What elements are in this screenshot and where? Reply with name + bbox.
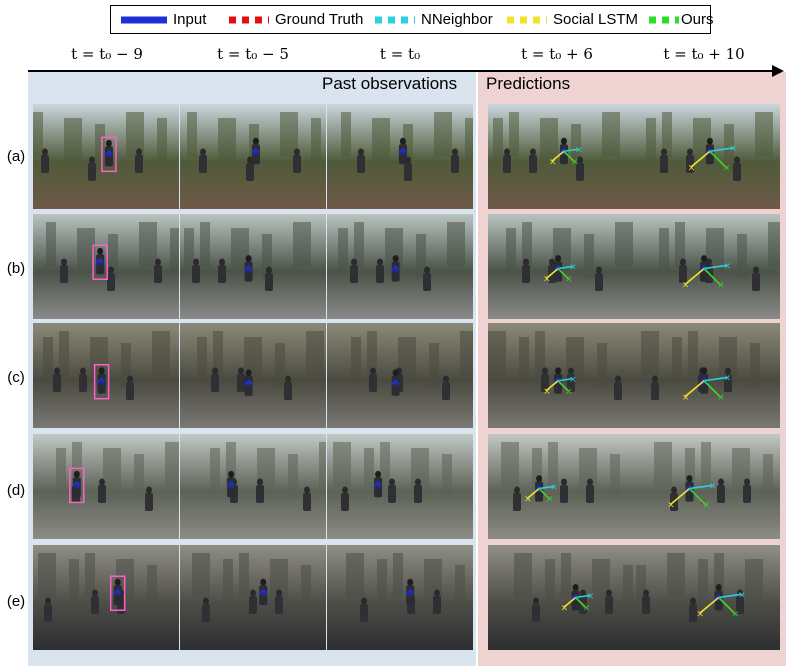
legend: Input Ground Truth NNeighbor Social LSTM… [110,5,714,34]
svg-text:×: × [524,495,532,505]
svg-text:×: × [561,604,569,614]
time-label-5: t = t₀ + 10 [663,45,745,63]
past-observations-title: Past observations [322,74,458,93]
frame-row5-col3: × [327,545,473,650]
frame-row3-col4: ××××× [488,323,634,428]
svg-text:×: × [709,481,717,491]
svg-text:×: × [565,275,573,285]
svg-text:×: × [246,266,253,275]
legend-ground-truth-label: Ground Truth [275,11,364,28]
svg-text:×: × [569,263,577,273]
svg-text:×: × [393,266,400,275]
frame-row5-col1: × [33,545,179,650]
svg-text:×: × [106,150,113,159]
svg-text:×: × [115,589,122,598]
frame-row4-col5: ××××× [634,434,780,539]
frame-row1-col1: × [33,104,179,209]
row-label-d: (d) [6,482,26,499]
svg-text:×: × [246,380,253,389]
row-label-a: (a) [6,148,26,165]
svg-text:×: × [549,157,557,167]
legend-ground-truth-line [227,6,269,38]
time-axis-line [28,70,778,72]
row-label-e: (e) [6,593,26,610]
legend-social-lstm-label: Social LSTM [553,11,639,28]
frame-row1-col2: × [180,104,326,209]
frame-row2-col1: × [33,214,179,319]
frame-row2-col3: × [327,214,473,319]
svg-text:×: × [723,261,731,271]
svg-text:×: × [99,378,106,387]
frame-row2-col5: ××××× [634,214,780,319]
svg-text:×: × [97,258,104,267]
svg-text:×: × [543,387,551,397]
frame-row4-col3: × [327,434,473,539]
frame-row3-col1: × [33,323,179,428]
svg-text:×: × [393,380,400,389]
svg-text:×: × [667,501,675,511]
svg-text:×: × [696,610,704,620]
frame-row3-col3: × [327,323,473,428]
svg-text:×: × [717,393,725,403]
svg-text:×: × [732,610,740,620]
frame-row4-col4: ××××× [488,434,634,539]
svg-text:×: × [569,375,577,385]
svg-text:×: × [253,148,260,157]
svg-text:×: × [702,501,710,511]
frame-row3-col5: ××××× [634,323,780,428]
frame-row1-col3: × [327,104,473,209]
svg-text:×: × [74,481,81,490]
time-axis-arrowhead [772,65,784,77]
svg-text:×: × [571,157,579,167]
svg-text:×: × [375,481,382,490]
svg-text:×: × [550,483,558,493]
svg-text:×: × [543,275,551,285]
row-label-b: (b) [6,260,26,277]
svg-text:×: × [587,592,595,602]
svg-text:×: × [565,387,573,397]
frame-row5-col2: × [180,545,326,650]
legend-ours-line [647,6,679,38]
frame-row1-col4: ××××× [488,104,634,209]
predictions-title: Predictions [486,74,571,93]
legend-input-label: Input [173,11,207,28]
svg-text:×: × [729,144,737,154]
legend-nneighbor-label: NNeighbor [421,11,493,28]
svg-text:×: × [546,495,554,505]
svg-text:×: × [583,604,591,614]
frame-row4-col2: × [180,434,326,539]
svg-text:×: × [738,590,746,600]
frame-row2-col2: × [180,214,326,319]
legend-nneighbor-line [373,6,415,38]
frame-row4-col1: × [33,434,179,539]
time-label-2: t = t₀ − 5 [217,45,289,63]
svg-text:×: × [682,393,690,403]
svg-text:×: × [717,281,725,291]
svg-text:×: × [260,589,267,598]
legend-ours-label: Ours [681,11,714,28]
time-label-4: t = t₀ + 6 [521,45,593,63]
svg-text:×: × [723,374,731,384]
frame-row2-col4: ××××× [488,214,634,319]
frame-row1-col5: ××××× [634,104,780,209]
frame-row5-col5: ××××× [634,545,780,650]
svg-text:×: × [407,589,414,598]
legend-social-lstm-line [505,6,547,38]
frame-row5-col4: ××××× [488,545,634,650]
svg-text:×: × [228,481,235,490]
time-label-1: t = t₀ − 9 [71,45,143,63]
svg-text:×: × [688,163,696,173]
svg-text:×: × [400,148,407,157]
svg-text:×: × [575,145,583,155]
svg-text:×: × [723,163,731,173]
legend-input-line [121,6,167,38]
row-label-c: (c) [7,369,25,386]
svg-text:×: × [682,281,690,291]
time-label-3: t = t₀ [379,45,421,63]
frame-row3-col2: × [180,323,326,428]
